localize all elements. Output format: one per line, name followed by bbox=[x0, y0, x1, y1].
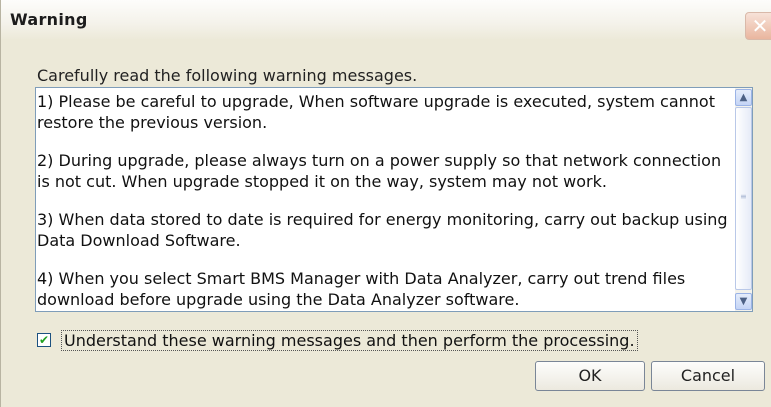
warning-message-2: 2) During upgrade, please always turn on… bbox=[37, 151, 722, 191]
warning-dialog: Warning ✕ Carefully read the following w… bbox=[0, 0, 771, 407]
scroll-up-button[interactable]: ▲ bbox=[735, 89, 752, 106]
check-icon: ✔ bbox=[38, 333, 50, 347]
close-button[interactable]: ✕ bbox=[745, 12, 771, 40]
dialog-title: Warning bbox=[10, 10, 88, 29]
close-icon: ✕ bbox=[751, 14, 769, 38]
understand-checkbox-label[interactable]: Understand these warning messages and th… bbox=[61, 330, 638, 351]
dialog-content: Carefully read the following warning mes… bbox=[1, 40, 771, 407]
warning-message-3: 3) When data stored to date is required … bbox=[37, 210, 728, 250]
vertical-scrollbar[interactable]: ▲ ≡ ▼ bbox=[735, 88, 752, 311]
cancel-button[interactable]: Cancel bbox=[651, 361, 765, 391]
warning-message-4: 4) When you select Smart BMS Manager wit… bbox=[37, 269, 686, 309]
warning-message-1: 1) Please be careful to upgrade, When so… bbox=[37, 92, 715, 132]
warning-messages-box[interactable]: 1) Please be careful to upgrade, When so… bbox=[35, 87, 753, 312]
scroll-down-button[interactable]: ▼ bbox=[735, 293, 752, 310]
understand-checkbox[interactable]: ✔ bbox=[37, 333, 51, 347]
instruction-text: Carefully read the following warning mes… bbox=[37, 66, 418, 85]
grip-icon: ≡ bbox=[740, 192, 747, 201]
chevron-up-icon: ▲ bbox=[739, 92, 748, 103]
warning-messages-text: 1) Please be careful to upgrade, When so… bbox=[36, 91, 734, 311]
ok-button[interactable]: OK bbox=[535, 361, 645, 391]
chevron-down-icon: ▼ bbox=[739, 296, 748, 307]
title-bar[interactable]: Warning ✕ bbox=[1, 0, 771, 40]
scroll-thumb[interactable]: ≡ bbox=[735, 107, 752, 290]
